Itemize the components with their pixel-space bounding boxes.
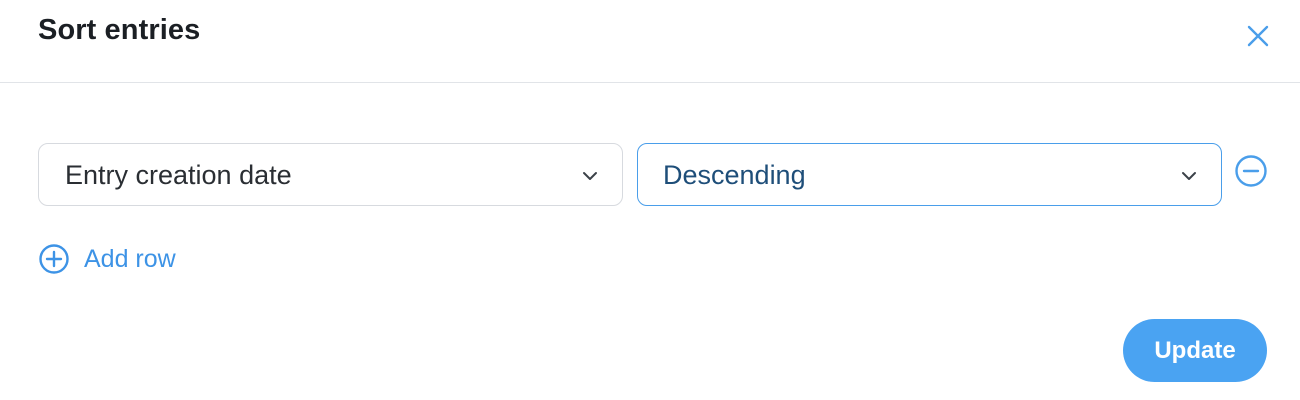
update-button[interactable]: Update — [1123, 319, 1267, 382]
close-icon — [1247, 25, 1269, 47]
sort-field-select[interactable]: Entry creation date — [38, 143, 623, 206]
dialog-title: Sort entries — [38, 14, 201, 46]
sort-order-select[interactable]: Descending — [637, 143, 1222, 206]
sort-order-value: Descending — [663, 160, 806, 190]
close-button[interactable] — [1240, 18, 1276, 54]
minus-circle-icon — [1235, 155, 1267, 187]
add-row-button[interactable]: Add row — [38, 242, 176, 276]
add-row-label: Add row — [84, 244, 176, 273]
remove-row-button[interactable] — [1234, 154, 1268, 188]
sort-entries-dialog: Sort entries Entry creation date Descend… — [0, 0, 1300, 400]
chevron-down-icon — [583, 172, 597, 180]
dialog-header: Sort entries — [0, 0, 1300, 83]
sort-field-value: Entry creation date — [65, 160, 292, 190]
plus-circle-icon — [39, 244, 69, 274]
chevron-down-icon — [1182, 172, 1196, 180]
